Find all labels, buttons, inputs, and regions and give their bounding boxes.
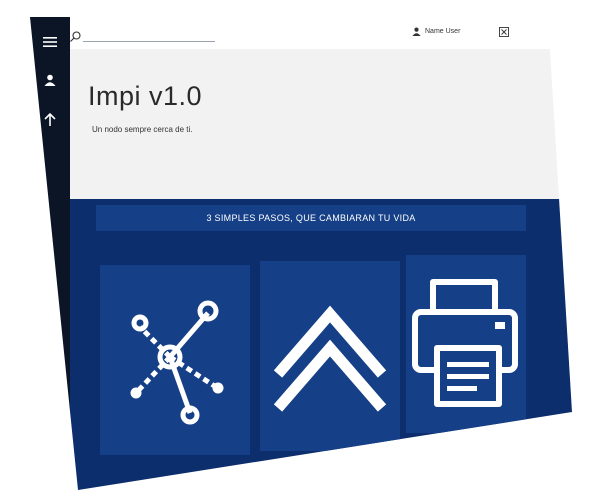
top-bar: Name User [70, 17, 572, 49]
user-icon [44, 74, 56, 86]
user-menu[interactable]: Name User [412, 27, 460, 36]
close-button[interactable] [498, 26, 510, 38]
close-icon [499, 27, 509, 37]
step-tile-upgrade[interactable] [260, 261, 400, 451]
arrow-up-icon [44, 113, 56, 126]
steps-banner: 3 SIMPLES PASOS, QUE CAMBIARAN TU VIDA [96, 205, 526, 231]
search-box [70, 27, 220, 45]
user-name: Name User [425, 28, 461, 35]
double-chevron-up-icon [273, 305, 387, 412]
profile-button[interactable] [30, 65, 70, 95]
menu-button[interactable] [30, 27, 70, 57]
network-nodes-icon [130, 300, 224, 425]
upload-button[interactable] [30, 105, 70, 135]
app-window: Name User Impi v1.0 Un nodo sempre cerca… [30, 17, 572, 490]
step-tile-print[interactable] [406, 255, 526, 433]
hero-section: Impi v1.0 Un nodo sempre cerca de ti. [70, 49, 572, 199]
user-icon [412, 27, 421, 36]
main-area: Name User Impi v1.0 Un nodo sempre cerca… [70, 17, 572, 490]
sidebar [30, 17, 70, 490]
search-input[interactable] [83, 30, 215, 42]
step-tile-network[interactable] [100, 265, 250, 455]
menu-icon [43, 37, 57, 47]
app-title: Impi v1.0 [88, 81, 203, 111]
search-icon [70, 30, 81, 42]
printer-icon [412, 279, 518, 407]
app-subtitle: Un nodo sempre cerca de ti. [92, 125, 193, 134]
steps-panel: 3 SIMPLES PASOS, QUE CAMBIARAN TU VIDA [70, 199, 572, 490]
